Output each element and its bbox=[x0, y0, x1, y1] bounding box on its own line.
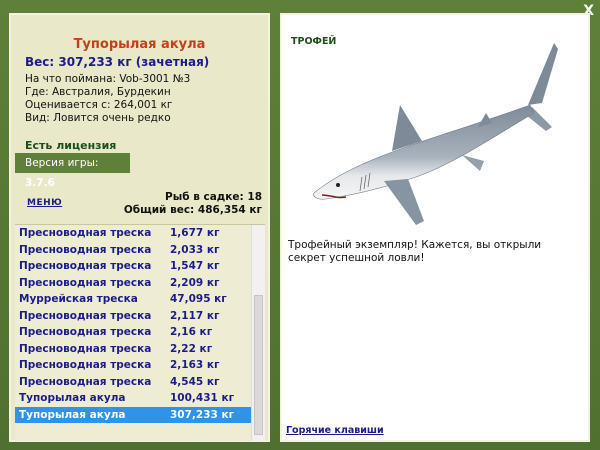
catch-fish-name: Пресноводная треска bbox=[19, 375, 152, 388]
catch-fish-name: Тупорылая акула bbox=[19, 392, 126, 404]
catch-fish-weight: 100,431 кг bbox=[170, 392, 235, 404]
fish-bait: На что поймана: Vob-3001 №3 bbox=[25, 73, 191, 85]
list-item[interactable]: Пресноводная треска 1,547 кг bbox=[15, 258, 265, 275]
fish-location: Где: Австралия, Бурдекин bbox=[25, 86, 171, 98]
scrollbar-thumb[interactable] bbox=[254, 295, 263, 435]
catch-fish-weight: 2,033 кг bbox=[170, 243, 220, 256]
list-item[interactable]: Пресноводная треска 2,117 кг bbox=[15, 308, 265, 325]
list-item[interactable]: Пресноводная треска 2,209 кг bbox=[15, 275, 265, 292]
list-item[interactable]: Пресноводная треска 2,22 кг bbox=[15, 341, 265, 358]
hotkeys-link[interactable]: Горячие клавиши bbox=[286, 425, 384, 436]
catch-info-panel: Тупорылая акула Вес: 307,233 кг (зачетна… bbox=[9, 13, 270, 442]
catch-fish-weight: 2,209 кг bbox=[170, 276, 220, 289]
list-item[interactable]: Тупорылая акула 100,431 кг bbox=[15, 390, 265, 407]
catch-fish-weight: 47,095 кг bbox=[170, 293, 227, 305]
tank-summary: Рыб в садке: 18 Общий вес: 486,354 кг bbox=[124, 191, 262, 217]
catch-fish-name: Пресноводная треска bbox=[19, 260, 152, 272]
catch-list-scrollbar[interactable] bbox=[251, 225, 265, 441]
fish-kind: Вид: Ловится очень редко bbox=[25, 112, 171, 124]
catch-fish-weight: 1,677 кг bbox=[170, 227, 220, 239]
version-value: 3.7.6 bbox=[25, 177, 55, 189]
catch-fish-name: Пресноводная треска bbox=[19, 243, 152, 256]
catch-fish-name: Пресноводная треска bbox=[19, 309, 152, 322]
catch-fish-weight: 2,117 кг bbox=[170, 309, 220, 322]
catch-fish-weight: 2,22 кг bbox=[170, 342, 213, 355]
list-item[interactable]: Пресноводная треска 4,545 кг bbox=[15, 374, 265, 391]
shark-image bbox=[313, 43, 558, 225]
list-item[interactable]: Пресноводная треска 2,163 кг bbox=[15, 357, 265, 374]
catch-fish-name: Пресноводная треска bbox=[19, 276, 152, 289]
fish-name: Тупорылая акула bbox=[73, 37, 206, 52]
list-item[interactable]: Пресноводная треска 1,677 кг bbox=[15, 225, 265, 242]
catch-fish-name: Пресноводная треска bbox=[19, 342, 152, 355]
catch-fish-name: Пресноводная треска bbox=[19, 227, 152, 239]
tank-count: Рыб в садке: 18 bbox=[165, 191, 262, 203]
catch-fish-weight: 2,163 кг bbox=[170, 359, 220, 371]
catch-list[interactable]: Пресноводная треска 1,677 кг Пресноводная … bbox=[15, 224, 265, 441]
menu-link[interactable]: МЕНЮ bbox=[27, 198, 62, 208]
version-label: Версия игры: bbox=[25, 157, 99, 169]
list-item[interactable]: Тупорылая акула 307,233 кг bbox=[15, 406, 265, 423]
catch-fish-name: Пресноводная треска bbox=[19, 359, 152, 371]
license-status: Есть лицензия bbox=[25, 139, 117, 152]
fish-valued: Оценивается с: 264,001 кг bbox=[25, 99, 173, 111]
fish-weight: Вес: 307,233 кг (зачетная) bbox=[25, 55, 210, 69]
catch-fish-name: Муррейская треска bbox=[19, 293, 138, 305]
version-badge: Версия игры: 3.7.6 bbox=[15, 153, 130, 189]
list-item[interactable]: Муррейская треска 47,095 кг bbox=[15, 291, 265, 308]
trophy-description: Трофейный экземпляр! Кажется, вы открыли… bbox=[288, 239, 542, 264]
catch-fish-name: Тупорылая акула bbox=[19, 408, 126, 421]
list-item[interactable]: Пресноводная треска 2,033 кг bbox=[15, 242, 265, 259]
catch-fish-name: Пресноводная треска bbox=[19, 326, 152, 338]
tank-total-weight: Общий вес: 486,354 кг bbox=[123, 204, 262, 216]
catch-fish-weight: 307,233 кг bbox=[170, 408, 235, 421]
catch-fish-weight: 2,16 кг bbox=[170, 326, 213, 338]
catch-fish-weight: 4,545 кг bbox=[170, 375, 220, 388]
catch-fish-weight: 1,547 кг bbox=[170, 260, 220, 272]
list-item[interactable]: Пресноводная треска 2,16 кг bbox=[15, 324, 265, 341]
trophy-panel: ТРОФЕЙ Трофейный экземпляр! Кажется, вы … bbox=[280, 13, 590, 442]
